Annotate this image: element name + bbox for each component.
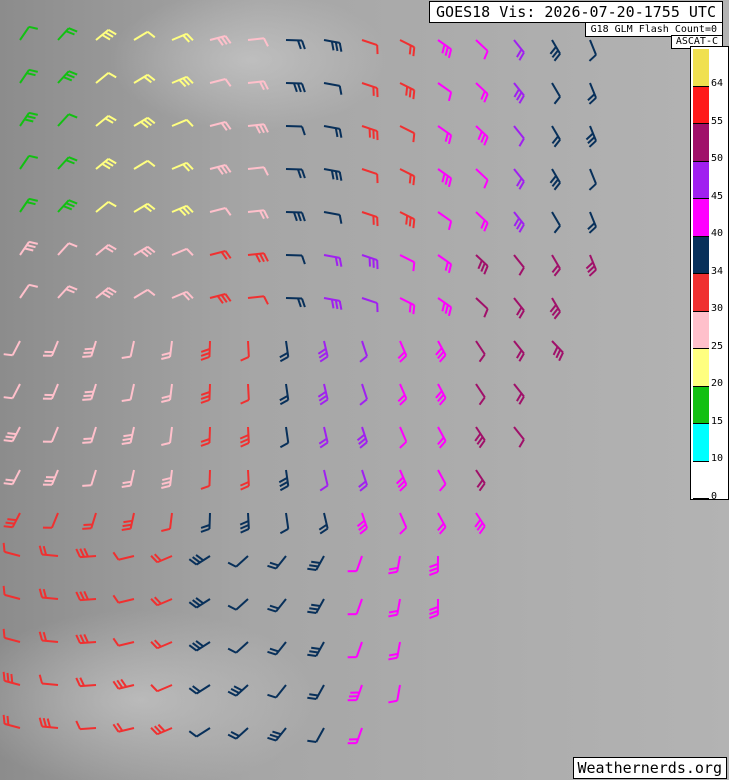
colorbar-tick-label: 40 (711, 228, 724, 239)
wind-speed-colorbar: 64 55 50 45 40 34 30 25 20 15 10 0 (690, 46, 729, 502)
colorbar-tick-label: 20 (711, 378, 724, 389)
colorbar-bin (693, 461, 709, 499)
satellite-map (0, 0, 729, 780)
colorbar-tick-label: 10 (711, 453, 724, 464)
colorbar-tick-label: 0 (711, 490, 718, 502)
colorbar-tick-label: 55 (711, 115, 724, 127)
colorbar-tick-label: 34 (711, 265, 724, 277)
colorbar-bin (693, 124, 709, 162)
colorbar-tick-label: 25 (711, 340, 724, 352)
colorbar-tick-label: 30 (711, 303, 724, 314)
colorbar-bin (693, 86, 709, 124)
credit-label: Weathernerds.org (572, 757, 727, 779)
colorbar-bin (693, 199, 709, 237)
colorbar-tick-label: 50 (711, 153, 724, 164)
colorbar-tick-label: 45 (711, 190, 724, 202)
colorbar-bin (693, 49, 709, 87)
colorbar-bin (693, 349, 709, 387)
colorbar-tick-label: 64 (711, 78, 724, 89)
colorbar-bin (693, 161, 709, 199)
colorbar-bin (693, 274, 709, 312)
colorbar-bin (693, 311, 709, 349)
colorbar-bin (693, 424, 709, 462)
colorbar-bin (693, 236, 709, 274)
image-title: GOES18 Vis: 2026-07-20-1755 UTC (429, 1, 723, 23)
colorbar-bin (693, 386, 709, 424)
colorbar-tick-label: 15 (711, 415, 724, 427)
